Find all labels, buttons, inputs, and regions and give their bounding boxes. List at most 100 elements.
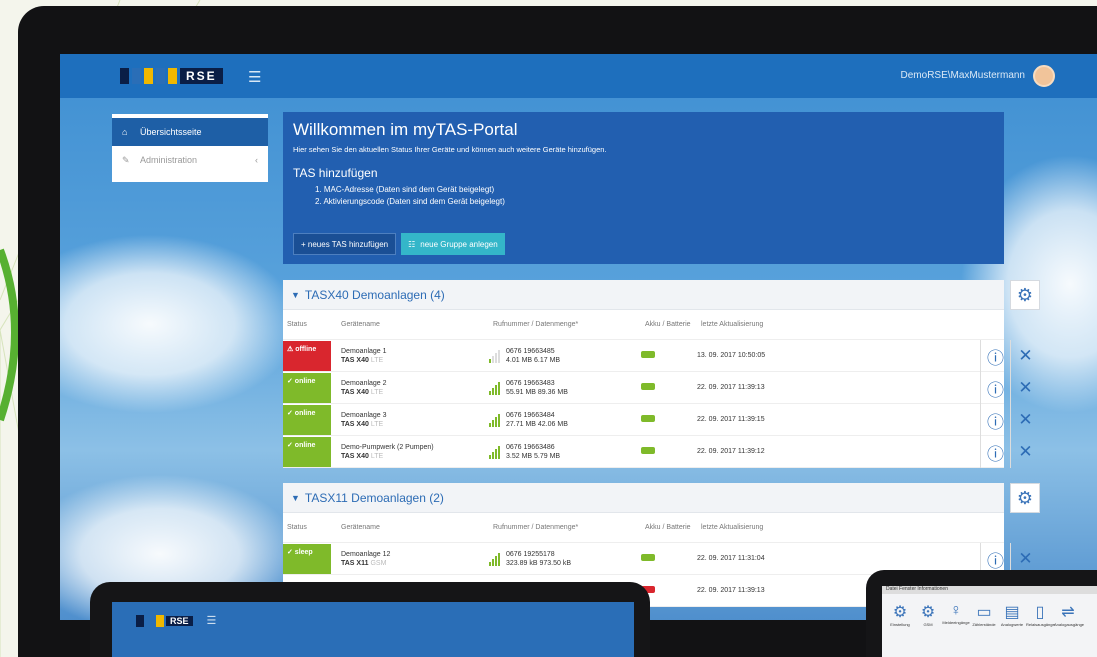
- phone-number: 0676 19663484: [506, 411, 555, 419]
- status-badge: ✓ online: [283, 404, 331, 435]
- device-name: Demoanlage 3: [341, 411, 387, 419]
- toolbar: ⚙ Einstellung ⚙ GSM ♀ Meldeeingänge ▭ Zählerstä…: [882, 594, 1097, 635]
- user-name[interactable]: DemoRSE\MaxMustermann: [901, 70, 1025, 81]
- toolbar-icon-label: Relaisausgänge: [1026, 622, 1055, 627]
- chevron-left-icon: ‹: [255, 155, 258, 165]
- add-tas-title: TAS hinzufügen: [293, 166, 378, 180]
- phone-number: 0676 19663485: [506, 347, 555, 355]
- step-item: 2. Aktivierungscode (Daten sind dem Gerä…: [315, 197, 505, 206]
- col-device: Gerätename: [341, 524, 380, 531]
- battery-icon: [641, 351, 655, 358]
- table-header: Status Gerätename Rufnummer / Datenmenge…: [283, 513, 1004, 543]
- phone-number: 0676 19663486: [506, 443, 555, 451]
- toolbar-icon-3[interactable]: ▭ Zählerstände: [970, 602, 998, 627]
- cloud: [60, 234, 300, 414]
- new-group-label: neue Gruppe anlegen: [420, 239, 498, 249]
- chevron-down-icon: ▼: [291, 492, 300, 503]
- last-update: 22. 09. 2017 11:39:13: [697, 384, 765, 391]
- col-phone: Rufnummer / Datenmenge*: [493, 321, 579, 328]
- col-status: Status: [287, 524, 307, 531]
- tablet-right-screen: Datei Fenster Informationen ⚙ Einstellung…: [882, 586, 1097, 657]
- toolbar-icon-label: GSM: [923, 622, 933, 627]
- last-update: 22. 09. 2017 11:39:13: [697, 587, 765, 594]
- signal-icon: [489, 552, 501, 566]
- top-bar: RSE ☰ DemoRSE\MaxMustermann: [60, 54, 1097, 98]
- toolbar-icon-1[interactable]: ⚙ GSM: [914, 602, 942, 627]
- toolbar-icon-6[interactable]: ⇌ Analogausgänge: [1054, 602, 1085, 627]
- table-row[interactable]: ✓ online Demoanlage 3 TAS X40 LTE 0676 1…: [283, 404, 1033, 436]
- signal-icon: [489, 349, 501, 363]
- phone-number: 0676 19255178: [506, 550, 555, 558]
- sidebar: ⌂ Übersichtsseite ✎ Administration ‹: [112, 114, 268, 182]
- device-model: TAS X40: [341, 420, 369, 428]
- device-model: TAS X40: [341, 388, 369, 396]
- battery-icon: [641, 383, 655, 390]
- status-badge: ✓ sleep: [283, 543, 331, 574]
- col-battery: Akku / Batterie: [645, 524, 691, 531]
- step-item: 1. MAC-Adresse (Daten sind dem Gerät bei…: [315, 185, 495, 194]
- gear-icon[interactable]: ⚙: [1010, 280, 1040, 310]
- toolbar-icon-label: Analogausgänge: [1054, 622, 1085, 627]
- group-title: TASX11 Demoanlagen (2): [304, 490, 444, 505]
- data-volume: 3.52 MB 5.79 MB: [506, 452, 561, 460]
- menu-bar: Datei Fenster Informationen: [882, 586, 1097, 594]
- gear-icon[interactable]: ⚙: [1010, 483, 1040, 513]
- info-icon[interactable]: ⓘ: [980, 340, 1010, 372]
- toolbar-icon-5[interactable]: ▯ Relaisausgänge: [1026, 602, 1055, 627]
- tools-icon[interactable]: ✕: [1010, 372, 1040, 404]
- sidebar-item-overview[interactable]: ⌂ Übersichtsseite: [112, 118, 268, 146]
- toolbar-icon-label: Einstellung: [890, 622, 910, 627]
- signal-icon: [489, 445, 501, 459]
- menu-toggle-icon[interactable]: ☰: [248, 68, 261, 86]
- last-update: 13. 09. 2017 10:50:05: [697, 352, 766, 359]
- sidebar-item-label: Administration: [140, 155, 198, 165]
- status-badge: ✓ online: [283, 372, 331, 403]
- device-name: Demoanlage 2: [341, 379, 387, 387]
- new-group-button[interactable]: ☷ neue Gruppe anlegen: [401, 233, 505, 255]
- signal-icon: [489, 413, 501, 427]
- avatar[interactable]: [1033, 65, 1055, 87]
- chevron-down-icon: ▼: [291, 289, 300, 300]
- toolbar-icon-2[interactable]: ♀ Meldeeingänge: [942, 602, 970, 627]
- welcome-subtitle: Hier sehen Sie den aktuellen Status Ihre…: [293, 145, 607, 154]
- table-row[interactable]: ✓ online Demo-Pumpwerk (2 Pumpen) TAS X4…: [283, 436, 1033, 468]
- welcome-panel: Willkommen im myTAS-Portal Hier sehen Si…: [283, 112, 1004, 264]
- conn-type: LTE: [370, 356, 384, 364]
- rse-logo[interactable]: RSE: [120, 68, 223, 84]
- tablet-left: RSE ☰: [90, 582, 650, 657]
- tools-icon[interactable]: ✕: [1010, 436, 1040, 468]
- last-update: 22. 09. 2017 11:31:04: [697, 555, 765, 562]
- data-volume: 4.01 MB 6.17 MB: [506, 356, 561, 364]
- col-phone: Rufnummer / Datenmenge*: [493, 524, 579, 531]
- app-screen: RSE ☰ DemoRSE\MaxMustermann ⌂ Übersichts…: [60, 54, 1097, 620]
- status-badge: ⚠ offline: [283, 340, 331, 371]
- battery-icon: [641, 554, 655, 561]
- group-icon: ☷: [408, 239, 416, 249]
- add-tas-button[interactable]: + neues TAS hinzufügen: [293, 233, 397, 255]
- info-icon[interactable]: ⓘ: [980, 404, 1010, 436]
- toolbar-icon-label: Meldeeingänge: [942, 620, 970, 625]
- last-update: 22. 09. 2017 11:39:15: [697, 416, 765, 423]
- col-updated: letzte Aktualisierung: [701, 321, 764, 328]
- table-row[interactable]: ⚠ offline Demoanlage 1 TAS X40 LTE 0676 …: [283, 340, 1033, 372]
- device-name: Demo-Pumpwerk (2 Pumpen): [341, 443, 434, 451]
- conn-type: GSM: [370, 559, 387, 567]
- toolbar-icon-4[interactable]: ▤ Analogwerte: [998, 602, 1026, 627]
- group-header[interactable]: ▼ TASX40 Demoanlagen (4) ⚙: [283, 280, 1040, 310]
- phone-number: 0676 19663483: [506, 379, 555, 387]
- conn-type: LTE: [370, 452, 384, 460]
- info-icon[interactable]: ⓘ: [980, 372, 1010, 404]
- tools-icon[interactable]: ✕: [1010, 404, 1040, 436]
- page-title: Willkommen im myTAS-Portal: [293, 120, 518, 139]
- tools-icon[interactable]: ✕: [1010, 340, 1040, 372]
- toolbar-icon-0[interactable]: ⚙ Einstellung: [886, 602, 914, 627]
- conn-type: LTE: [370, 388, 384, 396]
- data-volume: 323.89 kB 973.50 kB: [506, 559, 571, 567]
- group-header[interactable]: ▼ TASX11 Demoanlagen (2) ⚙: [283, 483, 1040, 513]
- table-header: Status Gerätename Rufnummer / Datenmenge…: [283, 310, 1004, 340]
- col-updated: letzte Aktualisierung: [701, 524, 764, 531]
- info-icon[interactable]: ⓘ: [980, 436, 1010, 468]
- table-row[interactable]: ✓ online Demoanlage 2 TAS X40 LTE 0676 1…: [283, 372, 1033, 404]
- sidebar-item-administration[interactable]: ✎ Administration ‹: [112, 146, 268, 174]
- battery-icon: [641, 415, 655, 422]
